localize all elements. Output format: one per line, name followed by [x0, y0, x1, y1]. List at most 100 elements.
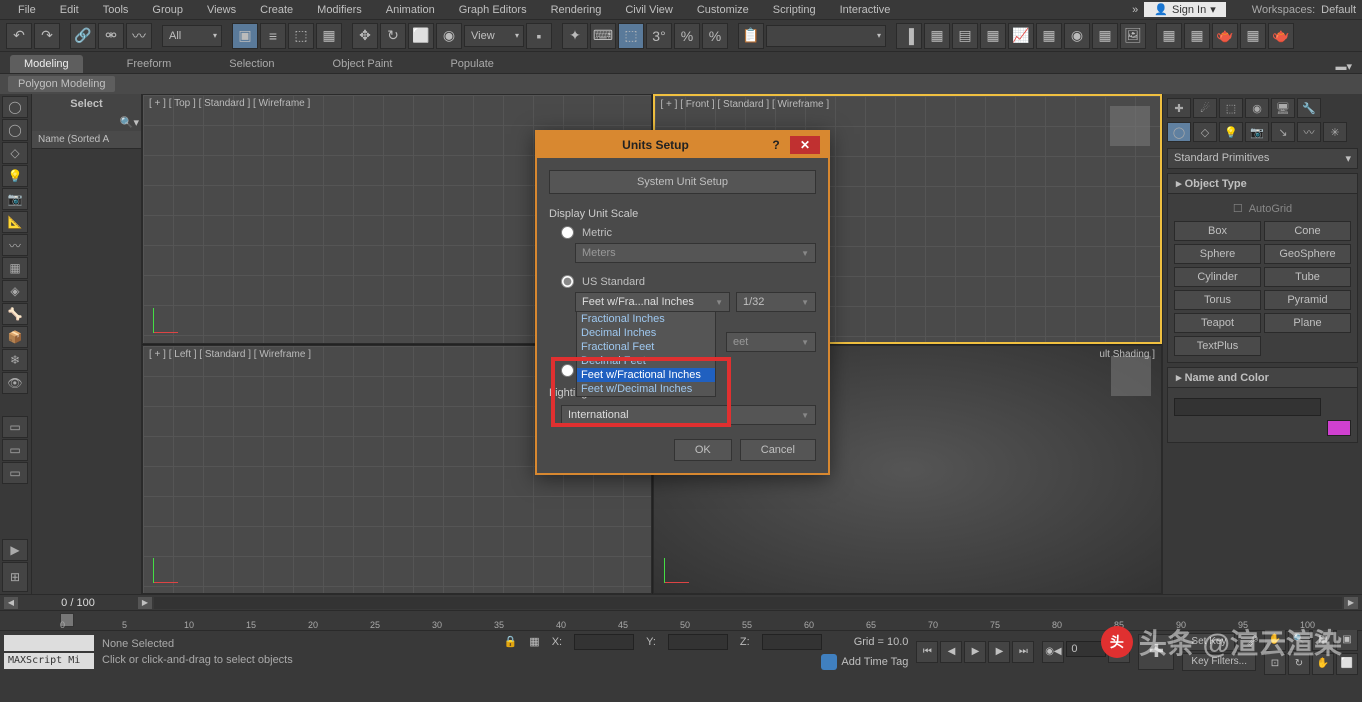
autogrid-checkbox[interactable]: ☐ AutoGrid [1174, 200, 1351, 217]
menu-civil-view[interactable]: Civil View [613, 2, 684, 18]
display-cameras-icon[interactable]: 📷 [2, 188, 28, 210]
curve-editor-button[interactable]: 📈 [1008, 23, 1034, 49]
move-button[interactable]: ✥ [352, 23, 378, 49]
menu-create[interactable]: Create [248, 2, 305, 18]
cameras-icon[interactable]: 📷 [1245, 122, 1269, 142]
signin-button[interactable]: 👤 Sign In ▾ [1144, 2, 1225, 17]
key-mode-icon[interactable]: 🗝 [1237, 633, 1255, 651]
create-torus-button[interactable]: Torus [1174, 290, 1261, 310]
unlink-button[interactable]: ⚮ [98, 23, 124, 49]
mirror-button[interactable]: ▐ [896, 23, 922, 49]
geometry-icon[interactable]: ◯ [1167, 122, 1191, 142]
display-bone-icon[interactable]: 🦴 [2, 303, 28, 325]
scroll-left-icon[interactable]: ◀ [4, 597, 18, 609]
viewport-persp-label[interactable]: ult Shading ] [1099, 349, 1155, 360]
create-sphere-button[interactable]: Sphere [1174, 244, 1261, 264]
shapes-icon[interactable]: ◇ [1193, 122, 1217, 142]
metric-dropdown[interactable]: Meters ▼ [575, 243, 816, 263]
material-editor-button[interactable]: ◉ [1064, 23, 1090, 49]
rail-btn-c[interactable]: ▭ [2, 462, 28, 484]
display-tab-icon[interactable]: 🖥 [1271, 98, 1295, 118]
tab-freeform[interactable]: Freeform [113, 55, 186, 73]
object-color-swatch[interactable] [1327, 420, 1351, 436]
display-groups-icon[interactable]: ▦ [2, 257, 28, 279]
dropdown-option[interactable]: Decimal Feet [577, 354, 715, 368]
manipulate-button[interactable]: ✦ [562, 23, 588, 49]
keyboard-shortcut-button[interactable]: ⌨ [590, 23, 616, 49]
named-selection-button[interactable]: 📋 [738, 23, 764, 49]
workspaces-value[interactable]: Default [1321, 4, 1356, 16]
display-none-icon[interactable]: ◯ [2, 96, 28, 118]
us-standard-radio[interactable]: US Standard [561, 275, 816, 288]
create-geosphere-button[interactable]: GeoSphere [1264, 244, 1351, 264]
render-frame-button[interactable]: 🖼 [1120, 23, 1146, 49]
tab-modeling[interactable]: Modeling [10, 55, 83, 73]
display-frozen-icon[interactable]: ❄ [2, 349, 28, 371]
scroll-right-icon[interactable]: ▶ [138, 597, 152, 609]
render-button[interactable]: ▦ [1156, 23, 1182, 49]
schematic-button[interactable]: ▦ [1036, 23, 1062, 49]
x-coord-input[interactable] [574, 634, 634, 650]
lights-icon[interactable]: 💡 [1219, 122, 1243, 142]
prev-key-button[interactable]: ◉◀ [1042, 641, 1064, 663]
display-spacewarp-icon[interactable]: 〰 [2, 234, 28, 256]
next-frame-button[interactable]: ▶ [988, 641, 1010, 663]
rail-expand-icon[interactable]: ▶ [2, 539, 28, 561]
display-geometry-icon[interactable]: ◯ [2, 119, 28, 141]
ref-coord-dropdown[interactable]: View [464, 25, 524, 47]
default-units-dropdown[interactable]: eet ▼ [726, 332, 816, 352]
systems-icon[interactable]: ✳ [1323, 122, 1347, 142]
scroll-end-icon[interactable]: ▶ [1344, 597, 1358, 609]
menu-file[interactable]: File [6, 2, 48, 18]
create-cylinder-button[interactable]: Cylinder [1174, 267, 1261, 287]
menu-graph-editors[interactable]: Graph Editors [447, 2, 539, 18]
us-standard-radio-input[interactable] [561, 275, 574, 288]
modify-tab-icon[interactable]: ☄ [1193, 98, 1217, 118]
frame-spinner[interactable]: 0 [1066, 641, 1106, 657]
menu-interactive[interactable]: Interactive [828, 2, 903, 18]
display-xref-icon[interactable]: ◈ [2, 280, 28, 302]
nav-orbit-button[interactable]: ↻ [1288, 653, 1310, 675]
viewport-left-label[interactable]: [ + ] [ Left ] [ Standard ] [ Wireframe … [149, 349, 311, 360]
viewcube-icon[interactable] [1111, 356, 1151, 396]
search-icon[interactable]: 🔍▾ [120, 116, 139, 129]
object-name-input[interactable] [1174, 398, 1321, 416]
z-coord-input[interactable] [762, 634, 822, 650]
viewport-front-label[interactable]: [ + ] [ Front ] [ Standard ] [ Wireframe… [661, 99, 830, 110]
redo-button[interactable]: ↷ [34, 23, 60, 49]
create-tab-icon[interactable]: ✚ [1167, 98, 1191, 118]
rail-btn-b[interactable]: ▭ [2, 439, 28, 461]
next-key-button[interactable]: ▶◉ [1108, 641, 1130, 663]
display-helpers-icon[interactable]: 📐 [2, 211, 28, 233]
key-filters-button[interactable]: Key Filters... [1182, 653, 1256, 671]
maxscript-listener[interactable]: MAXScript Mi [4, 653, 94, 669]
helpers-icon[interactable]: ↘ [1271, 122, 1295, 142]
display-shapes-icon[interactable]: ◇ [2, 142, 28, 164]
dropdown-option[interactable]: Feet w/Fractional Inches [577, 368, 715, 382]
time-tag-icon[interactable] [821, 654, 837, 670]
name-color-header[interactable]: ▸ Name and Color [1167, 367, 1358, 388]
placement-button[interactable]: ◉ [436, 23, 462, 49]
teapot-button[interactable]: 🫖 [1212, 23, 1238, 49]
nav-max-button[interactable]: ⬜ [1336, 653, 1358, 675]
cancel-button[interactable]: Cancel [740, 439, 816, 461]
menu-customize[interactable]: Customize [685, 2, 761, 18]
menu-tools[interactable]: Tools [91, 2, 141, 18]
scale-button[interactable]: ⬜ [408, 23, 434, 49]
create-tube-button[interactable]: Tube [1264, 267, 1351, 287]
viewcube-icon[interactable] [1110, 106, 1150, 146]
nav-zoom-button[interactable]: 🔍 [1288, 629, 1310, 651]
display-lights-icon[interactable]: 💡 [2, 165, 28, 187]
tab-selection[interactable]: Selection [215, 55, 288, 73]
online-button[interactable]: ▦ [1240, 23, 1266, 49]
add-time-tag-label[interactable]: Add Time Tag [841, 656, 908, 668]
tab-object-paint[interactable]: Object Paint [319, 55, 407, 73]
dialog-titlebar[interactable]: Units Setup ? ✕ [537, 132, 828, 158]
prev-frame-button[interactable]: ◀ [940, 641, 962, 663]
help-icon[interactable]: ? [766, 138, 786, 152]
ok-button[interactable]: OK [674, 439, 732, 461]
rail-btn-a[interactable]: ▭ [2, 416, 28, 438]
create-pyramid-button[interactable]: Pyramid [1264, 290, 1351, 310]
create-cone-button[interactable]: Cone [1264, 221, 1351, 241]
fraction-dropdown[interactable]: 1/32 ▼ [736, 292, 816, 312]
